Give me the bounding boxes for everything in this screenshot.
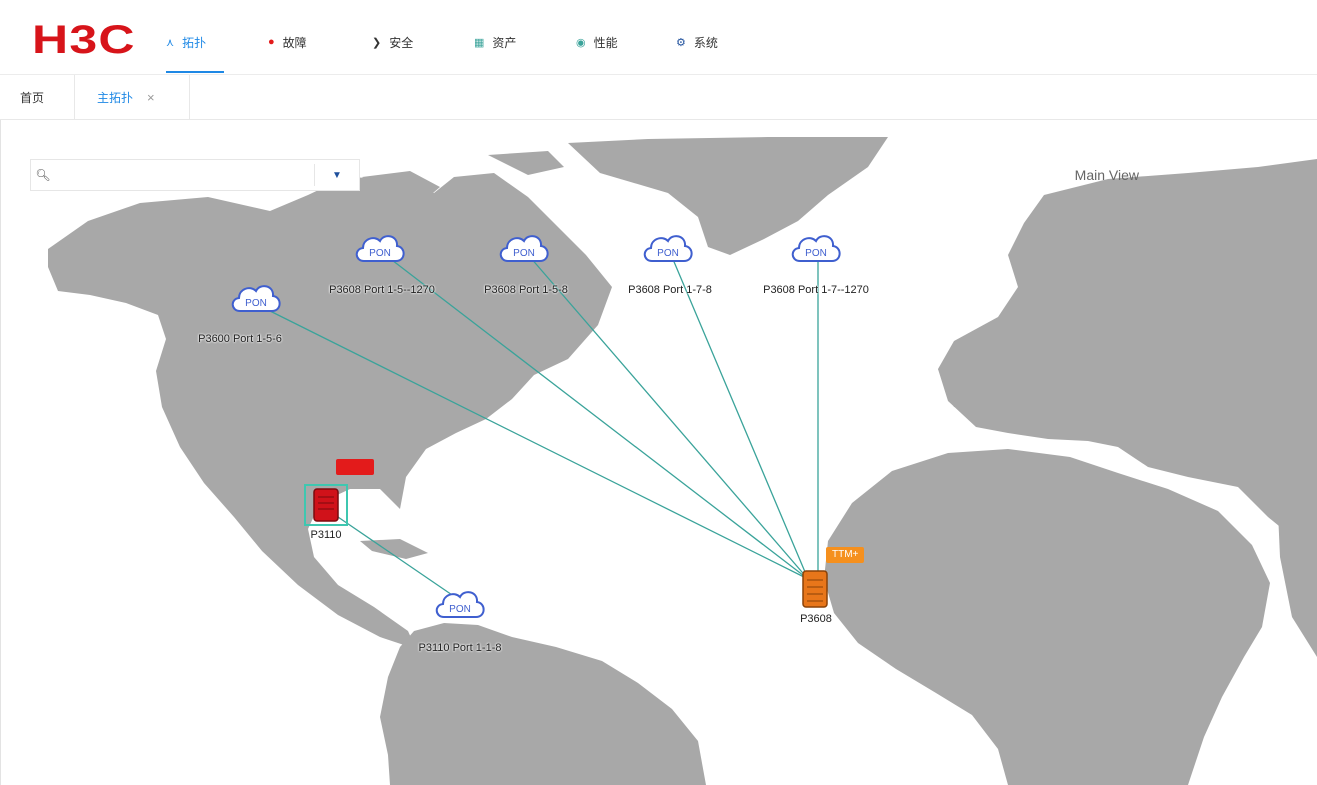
- nav-item-label: 资产: [492, 35, 517, 50]
- fault-icon: ●: [268, 36, 275, 48]
- pon-cloud-icon[interactable]: PON: [352, 227, 408, 267]
- topology-map[interactable]: 🔍︎ ▼ Main View PON P3600 Port 1-5-6 PON …: [8, 137, 1317, 785]
- nav-item-label: 系统: [693, 35, 718, 50]
- device-label: P3608: [800, 613, 832, 625]
- nav-item-system[interactable]: ⚙ 系统: [676, 32, 718, 52]
- link-pon4-p3608: [671, 256, 809, 580]
- security-icon: ❯: [372, 36, 382, 49]
- pon-text: PON: [369, 248, 391, 259]
- alarm-badge[interactable]: TTM+: [826, 547, 865, 563]
- pon-node-label: P3608 Port 1-7--1270: [763, 284, 869, 296]
- pon-cloud-icon[interactable]: PON: [788, 227, 844, 267]
- search-input[interactable]: [55, 160, 314, 190]
- pon-node-label: P3608 Port 1-7-8: [628, 284, 712, 296]
- tab-strip: 首页 主拓扑 ×: [0, 75, 1317, 120]
- h3c-logo: H3C: [32, 18, 136, 62]
- tab-main-topology[interactable]: 主拓扑 ×: [74, 75, 190, 119]
- system-gear-icon: ⚙: [676, 36, 686, 49]
- performance-icon: ◉: [576, 36, 586, 49]
- nav-item-label: 故障: [282, 35, 307, 50]
- pon-node-label: P3110 Port 1-1-8: [418, 642, 502, 654]
- link-pon3-p3608: [529, 256, 809, 580]
- pon-text: PON: [449, 604, 471, 615]
- nav-item-asset[interactable]: ▦ 资产: [474, 32, 516, 52]
- view-name-label: Main View: [1074, 167, 1139, 183]
- pon-cloud-icon[interactable]: PON: [496, 227, 552, 267]
- pon-text: PON: [513, 248, 535, 259]
- pon-node-label: P3608 Port 1-5-8: [484, 284, 568, 296]
- tab-home[interactable]: 首页: [20, 75, 44, 119]
- nav-item-fault[interactable]: ● 故障: [268, 32, 307, 52]
- device-search-box: 🔍︎ ▼: [30, 159, 360, 191]
- pon-cloud-icon[interactable]: PON: [640, 227, 696, 267]
- chevron-down-icon[interactable]: ▼: [315, 170, 359, 181]
- pon-node-label: P3600 Port 1-5-6: [198, 333, 282, 345]
- asset-icon: ▦: [474, 36, 485, 49]
- pon-text: PON: [805, 248, 827, 259]
- device-label: P3110: [310, 529, 342, 541]
- active-nav-indicator: [166, 71, 224, 73]
- olt-device-icon[interactable]: [800, 569, 830, 609]
- tab-label: 主拓扑: [97, 90, 134, 105]
- pon-node-label: P3608 Port 1-5--1270: [329, 284, 435, 296]
- pon-text: PON: [245, 298, 267, 309]
- search-icon: 🔍︎: [35, 168, 51, 182]
- olt-device-icon[interactable]: [311, 487, 341, 523]
- nav-item-security[interactable]: ❯ 安全: [372, 32, 413, 52]
- top-navigation-bar: H3C ⋏ 拓扑 ● 故障 ❯ 安全 ▦ 资产 ◉ 性能 ⚙ 系统: [0, 0, 1317, 75]
- nav-item-performance[interactable]: ◉ 性能: [576, 32, 618, 52]
- nav-item-label: 安全: [389, 35, 414, 50]
- pon-cloud-icon[interactable]: PON: [228, 277, 284, 317]
- nav-item-label: 拓扑: [182, 35, 207, 50]
- alarm-badge[interactable]: [336, 459, 374, 475]
- topology-icon: ⋏: [166, 36, 175, 49]
- nav-item-topology[interactable]: ⋏ 拓扑: [166, 32, 206, 52]
- pon-cloud-icon[interactable]: PON: [432, 583, 488, 623]
- pon-text: PON: [657, 248, 679, 259]
- link-pon2-p3608: [387, 256, 809, 580]
- nav-item-label: 性能: [593, 35, 618, 50]
- close-icon[interactable]: ×: [147, 90, 155, 105]
